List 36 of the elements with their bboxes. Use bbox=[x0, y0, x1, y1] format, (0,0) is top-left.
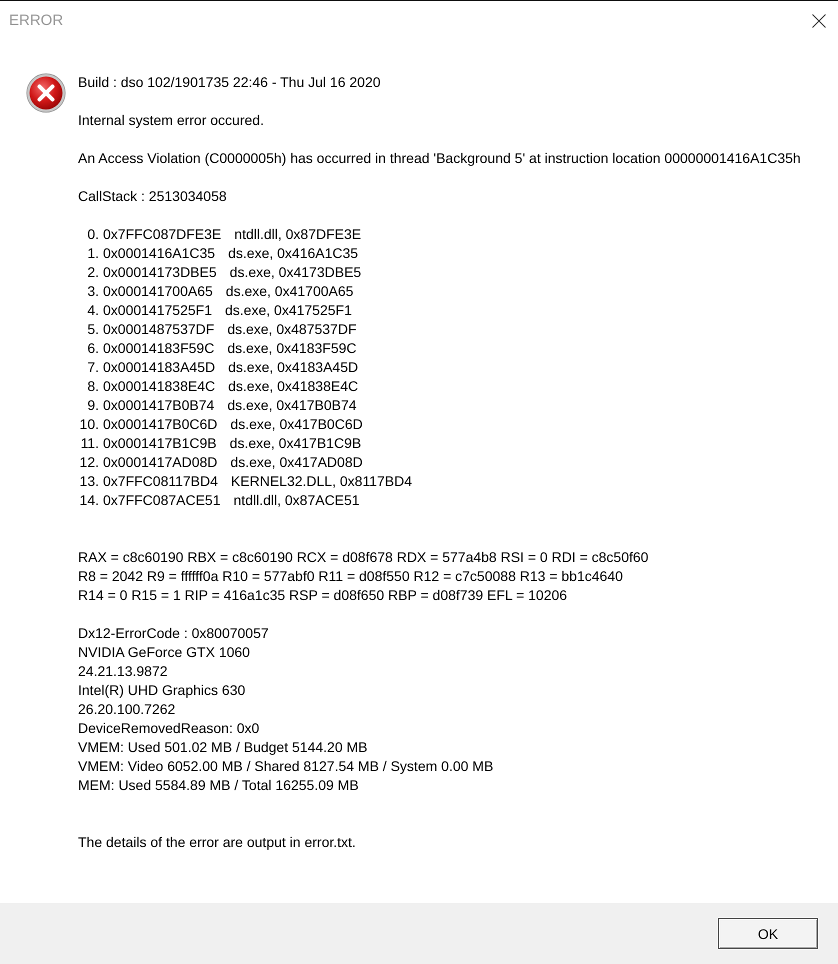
device-info-line: DeviceRemovedReason: 0x0 bbox=[78, 719, 260, 738]
ok-button[interactable]: OK bbox=[718, 918, 818, 949]
close-icon[interactable] bbox=[812, 14, 826, 28]
device-info-line: 26.20.100.7262 bbox=[78, 700, 176, 719]
callstack-frame: 8. 0x000141838E4C ds.exe, 0x41838E4C bbox=[78, 377, 358, 396]
callstack-frame: 0. 0x7FFC087DFE3E ntdll.dll, 0x87DFE3E bbox=[78, 225, 362, 244]
callstack-frame: 14. 0x7FFC087ACE51 ntdll.dll, 0x87ACE51 bbox=[78, 491, 360, 510]
callstack-frame: 3. 0x000141700A65 ds.exe, 0x41700A65 bbox=[78, 282, 354, 301]
error-summary: Internal system error occured. bbox=[78, 111, 264, 130]
callstack-frame: 5. 0x0001487537DF ds.exe, 0x487537DF bbox=[78, 320, 357, 339]
callstack-frame: 10. 0x0001417B0C6D ds.exe, 0x417B0C6D bbox=[78, 415, 363, 434]
device-info-line: 24.21.13.9872 bbox=[78, 662, 168, 681]
device-info-line: VMEM: Video 6052.00 MB / Shared 8127.54 MB / System 0.00 MB bbox=[78, 757, 494, 776]
callstack-frame: 4. 0x0001417525F1 ds.exe, 0x417525F1 bbox=[78, 301, 352, 320]
callstack-frame: 13. 0x7FFC08117BD4 KERNEL32.DLL, 0x8117BD4 bbox=[78, 472, 412, 491]
device-info-line: Dx12-ErrorCode : 0x80070057 bbox=[78, 624, 269, 643]
callstack-frame: 1. 0x0001416A1C35 ds.exe, 0x416A1C35 bbox=[78, 244, 358, 263]
device-info-line: Intel(R) UHD Graphics 630 bbox=[78, 681, 246, 700]
callstack-frame: 2. 0x00014173DBE5 ds.exe, 0x4173DBE5 bbox=[78, 263, 362, 282]
register-values: R8 = 2042 R9 = ffffff0a R10 = 577abf0 R11 = d08f550 R12 = c7c50088 R13 = bb1c4640 bbox=[78, 567, 623, 586]
callstack-frame: 7. 0x00014183A45D ds.exe, 0x4183A45D bbox=[78, 358, 358, 377]
build-info: Build : dso 102/1901735 22:46 - Thu Jul 16 2020 bbox=[78, 73, 381, 92]
callstack-frame: 6. 0x00014183F59C ds.exe, 0x4183F59C bbox=[78, 339, 357, 358]
error-icon bbox=[26, 73, 66, 113]
callstack-label: CallStack : 2513034058 bbox=[78, 187, 227, 206]
register-values: R14 = 0 R15 = 1 RIP = 416a1c35 RSP = d08f650 RBP = d08f739 EFL = 10206 bbox=[78, 586, 568, 605]
device-info-line: MEM: Used 5584.89 MB / Total 16255.09 MB bbox=[78, 776, 359, 795]
device-info-line: VMEM: Used 501.02 MB / Budget 5144.20 MB bbox=[78, 738, 368, 757]
device-info-line: NVIDIA GeForce GTX 1060 bbox=[78, 643, 250, 662]
violation-message: An Access Violation (C0000005h) has occurred in thread 'Background 5' at instruction location 00000001416A1C35h bbox=[78, 149, 801, 168]
callstack-frame: 12. 0x0001417AD08D ds.exe, 0x417AD08D bbox=[78, 453, 363, 472]
details-note: The details of the error are output in error.txt. bbox=[78, 833, 356, 852]
callstack-frame: 11. 0x0001417B1C9B ds.exe, 0x417B1C9B bbox=[78, 434, 362, 453]
callstack-frame: 9. 0x0001417B0B74 ds.exe, 0x417B0B74 bbox=[78, 396, 357, 415]
window-title: ERROR bbox=[9, 12, 64, 29]
register-values: RAX = c8c60190 RBX = c8c60190 RCX = d08f678 RDX = 577a4b8 RSI = 0 RDI = c8c50f60 bbox=[78, 548, 648, 567]
